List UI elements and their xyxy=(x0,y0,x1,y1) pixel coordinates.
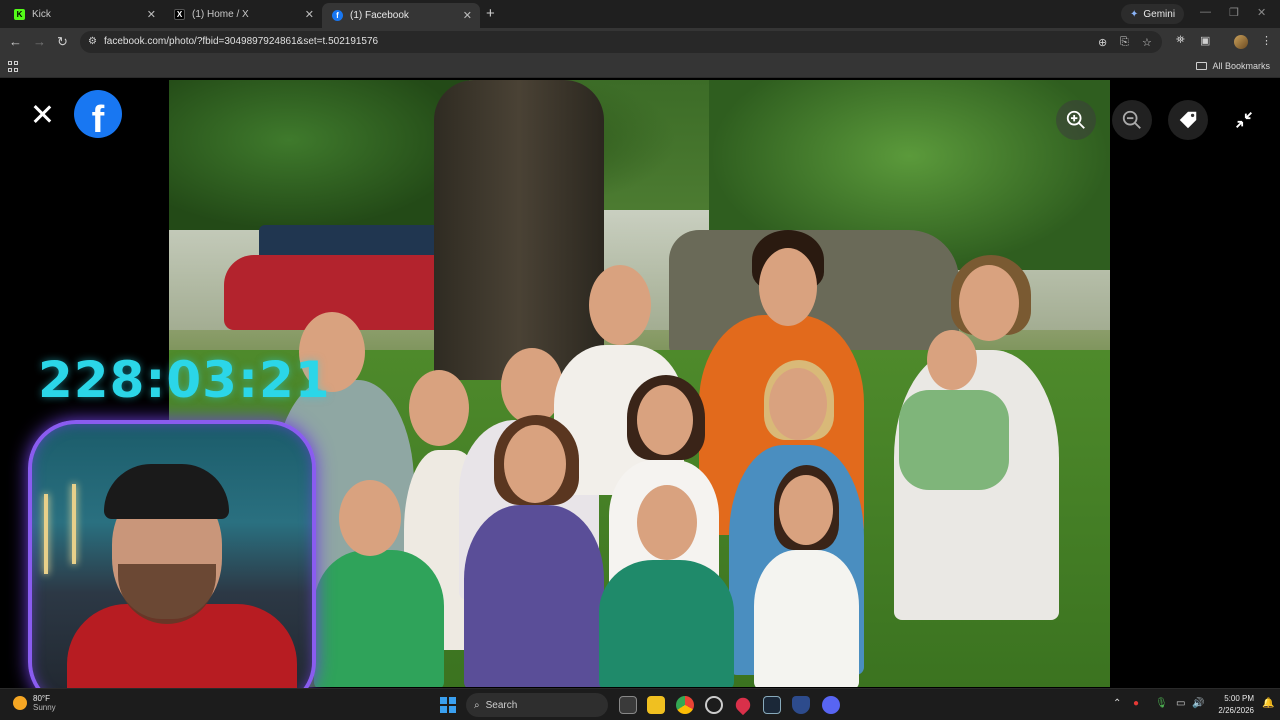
clock-date: 2/26/2026 xyxy=(1218,706,1254,715)
file-explorer-icon[interactable] xyxy=(647,696,665,714)
photo-person xyxy=(464,505,604,687)
volume-icon[interactable]: 🔊 xyxy=(1192,698,1204,709)
photo-person-head xyxy=(779,475,833,545)
tray-app-icon[interactable]: ● xyxy=(1133,698,1139,709)
tray-overflow-icon[interactable]: ⌃ xyxy=(1113,698,1121,709)
all-bookmarks-button[interactable]: All Bookmarks xyxy=(1196,61,1270,71)
close-window-icon[interactable]: ✕ xyxy=(1257,6,1266,19)
maps-pin-icon[interactable] xyxy=(732,694,754,716)
zoom-in-button[interactable] xyxy=(1056,100,1096,140)
profile-avatar[interactable] xyxy=(1234,35,1248,49)
clock-time: 5:00 PM xyxy=(1224,694,1254,703)
photo-person-head xyxy=(409,370,469,446)
search-placeholder: Search xyxy=(485,699,518,711)
weather-widget[interactable]: 80°F Sunny xyxy=(13,694,56,712)
x-icon: X xyxy=(174,8,185,20)
windows-taskbar: 80°F Sunny ⌕ Search ⌃ ● 🎙 ▭ 🔊 5:00 PM 2/… xyxy=(0,688,1280,720)
photo-person-head xyxy=(589,265,651,345)
site-info-icon[interactable]: ⚙ xyxy=(88,36,100,48)
menu-icon[interactable]: ⋮ xyxy=(1261,34,1272,47)
facebook-icon: f xyxy=(332,10,343,21)
tab-strip: K Kick ✕ X (1) Home / X ✕ f (1) Facebook… xyxy=(0,0,1280,28)
start-button[interactable] xyxy=(440,697,456,713)
webcam-background-light xyxy=(72,484,76,564)
zoom-out-button[interactable] xyxy=(1112,100,1152,140)
clock[interactable]: 5:00 PM 2/26/2026 xyxy=(1210,693,1254,717)
photo-person-head xyxy=(959,265,1019,341)
restore-icon[interactable]: ❐ xyxy=(1229,6,1239,19)
exit-fullscreen-icon xyxy=(1236,112,1252,128)
close-viewer-button[interactable] xyxy=(30,102,54,126)
minimize-icon[interactable]: — xyxy=(1200,6,1211,18)
side-panel-icon[interactable]: ▣ xyxy=(1200,34,1210,47)
photo-person-head xyxy=(927,330,977,390)
screen: K Kick ✕ X (1) Home / X ✕ f (1) Facebook… xyxy=(0,0,1280,720)
apps-icon[interactable] xyxy=(8,61,19,72)
gemini-button[interactable]: ✦ Gemini xyxy=(1121,4,1185,24)
discord-icon[interactable] xyxy=(822,696,840,714)
extensions-icon[interactable]: ⛯ xyxy=(1176,34,1185,47)
webcam-person-cap xyxy=(104,464,229,519)
reload-icon[interactable]: ↻ xyxy=(57,34,68,50)
photo-tree-canopy xyxy=(169,80,469,230)
tab-kick[interactable]: K Kick ✕ xyxy=(4,3,164,25)
weather-temp: 80°F xyxy=(33,694,50,703)
tab-facebook[interactable]: f (1) Facebook ✕ xyxy=(322,3,480,28)
tab-title: (1) Facebook xyxy=(350,10,409,21)
tab-title: Kick xyxy=(32,8,51,20)
gemini-icon: ✦ xyxy=(1130,8,1139,20)
facebook-logo[interactable]: f xyxy=(74,90,122,138)
close-tab-icon[interactable]: ✕ xyxy=(305,8,314,21)
photo-baby xyxy=(899,390,1009,490)
weather-desc: Sunny xyxy=(33,703,56,712)
photo-person-head xyxy=(637,385,693,455)
task-view-icon[interactable] xyxy=(619,696,637,714)
tag-button[interactable] xyxy=(1168,100,1208,140)
network-icon[interactable]: ▭ xyxy=(1176,698,1185,709)
forward-icon[interactable]: → xyxy=(33,34,46,49)
chrome-icon[interactable] xyxy=(676,696,694,714)
photo-person-head xyxy=(637,485,697,560)
tag-icon xyxy=(1179,111,1197,129)
address-bar[interactable]: ⚙ facebook.com/photo/?fbid=3049897924861… xyxy=(80,31,1162,53)
exit-fullscreen-button[interactable] xyxy=(1224,100,1264,140)
app-icon[interactable] xyxy=(705,696,723,714)
all-bookmarks-label: All Bookmarks xyxy=(1212,61,1270,71)
photo-person xyxy=(599,560,734,687)
new-tab-button[interactable]: + xyxy=(486,5,495,22)
photo-person-head xyxy=(759,248,817,326)
tab-title: (1) Home / X xyxy=(192,8,249,20)
bookmarks-bar: All Bookmarks xyxy=(0,56,1280,78)
tab-x[interactable]: X (1) Home / X ✕ xyxy=(164,3,322,25)
photo-person-head xyxy=(339,480,401,556)
photo-person xyxy=(314,550,444,687)
close-tab-icon[interactable]: ✕ xyxy=(463,9,472,22)
url-text: facebook.com/photo/?fbid=3049897924861&s… xyxy=(104,36,379,47)
webcam-overlay xyxy=(28,420,316,710)
photo-person xyxy=(754,550,859,687)
close-tab-icon[interactable]: ✕ xyxy=(147,8,156,21)
steam-icon[interactable] xyxy=(763,696,781,714)
bookmark-star-icon[interactable]: ☆ xyxy=(1142,36,1152,49)
microphone-icon[interactable]: 🎙 xyxy=(1155,698,1168,709)
webcam-background-light xyxy=(44,494,48,574)
gemini-label: Gemini xyxy=(1143,8,1176,20)
kick-icon: K xyxy=(14,8,25,20)
taskbar-search[interactable]: ⌕ Search xyxy=(466,693,608,717)
shield-app-icon[interactable] xyxy=(792,696,810,714)
sun-icon xyxy=(13,696,27,710)
folder-icon xyxy=(1196,62,1208,70)
notifications-icon[interactable]: 🔔 xyxy=(1262,698,1274,709)
browser-toolbar: ← → ↻ ⚙ facebook.com/photo/?fbid=3049897… xyxy=(0,28,1280,56)
zoom-out-icon xyxy=(1122,110,1141,129)
stream-timer: 228:03:21 xyxy=(38,351,331,409)
install-icon[interactable]: ⎘ xyxy=(1120,36,1129,49)
zoom-in-icon xyxy=(1066,110,1085,129)
photo-person-head xyxy=(504,425,566,503)
back-icon[interactable]: ← xyxy=(9,34,22,49)
search-icon: ⌕ xyxy=(474,699,480,711)
photo-person-head xyxy=(769,368,827,440)
photo-tree-trunk xyxy=(434,80,604,380)
zoom-icon[interactable]: ⊕ xyxy=(1098,36,1107,49)
